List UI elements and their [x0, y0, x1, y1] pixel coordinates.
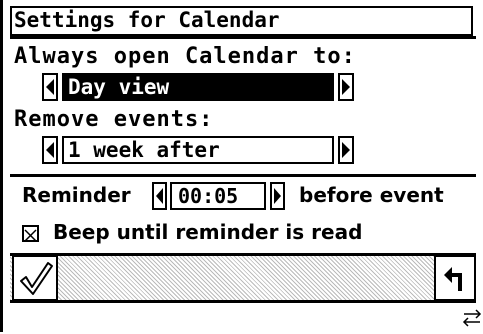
divider [10, 36, 476, 39]
dialog-title: Settings for Calendar [14, 8, 280, 32]
status-strip [10, 303, 476, 332]
back-button[interactable] [434, 255, 476, 301]
checkmark-icon [20, 262, 53, 295]
right-arrow-icon [342, 79, 350, 95]
right-arrow-icon [274, 188, 281, 204]
reminder-next-button[interactable] [270, 182, 285, 210]
return-arrow-icon [444, 267, 462, 291]
checkbox-x-icon [24, 229, 37, 242]
reminder-suffix: before event [299, 183, 444, 207]
ok-button[interactable] [12, 255, 58, 301]
reminder-prev-button[interactable] [152, 182, 167, 210]
divider [10, 174, 476, 177]
open-to-label: Always open Calendar to: [14, 44, 356, 69]
toolbar [10, 253, 476, 303]
left-arrow-icon [46, 142, 54, 158]
beep-checkbox[interactable] [22, 225, 39, 242]
left-arrow-icon [46, 79, 54, 95]
remove-events-value[interactable]: 1 week after [62, 136, 334, 164]
scroll-arrows-icon[interactable] [462, 306, 482, 334]
right-arrow-icon [342, 142, 350, 158]
open-to-value[interactable]: Day view [62, 73, 334, 101]
left-arrow-icon [156, 188, 163, 204]
reminder-label: Reminder [22, 183, 131, 207]
beep-label: Beep until reminder is read [53, 220, 363, 244]
remove-events-prev-button[interactable] [42, 136, 58, 164]
remove-events-next-button[interactable] [338, 136, 354, 164]
reminder-time-field[interactable]: 00:05 [170, 182, 266, 210]
open-to-next-button[interactable] [338, 73, 354, 101]
remove-events-label: Remove events: [14, 107, 214, 132]
open-to-prev-button[interactable] [42, 73, 58, 101]
